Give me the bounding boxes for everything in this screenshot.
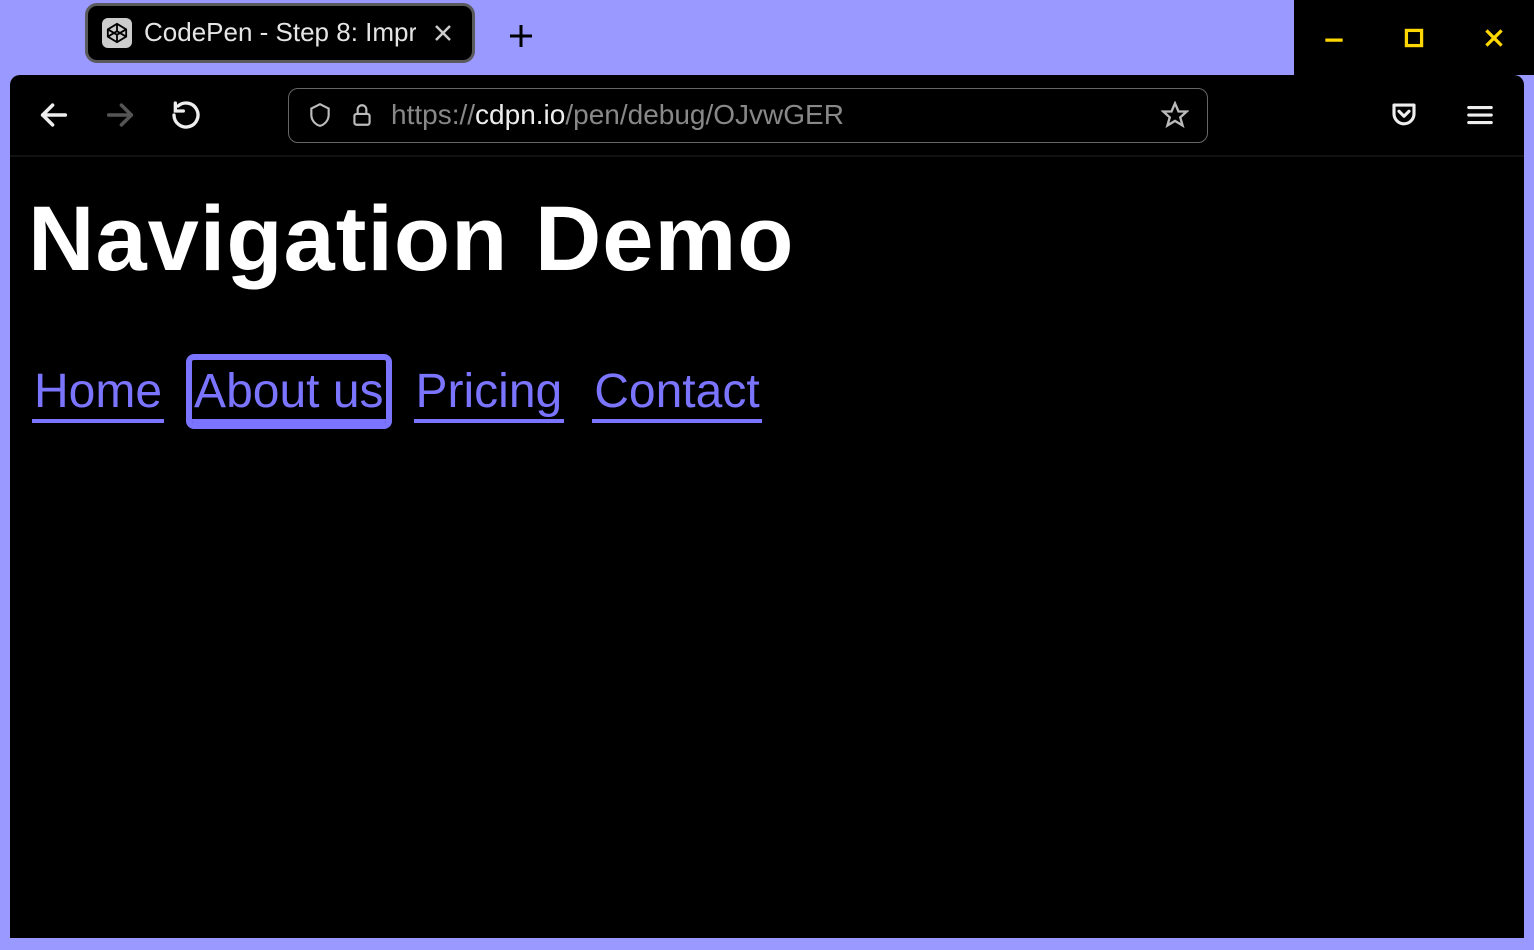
forward-button[interactable] (96, 91, 144, 139)
titlebar: CodePen - Step 8: Improve focu (0, 0, 1534, 75)
lock-icon (349, 102, 375, 128)
toolbar-right (1380, 91, 1504, 139)
nav-link-home[interactable]: Home (32, 360, 164, 423)
back-button[interactable] (30, 91, 78, 139)
maximize-button[interactable] (1384, 8, 1444, 68)
tab-strip: CodePen - Step 8: Improve focu (0, 0, 545, 65)
pocket-icon[interactable] (1380, 91, 1428, 139)
nav-link-about[interactable]: About us (192, 360, 385, 423)
window-controls (1294, 0, 1534, 75)
page-title: Navigation Demo (28, 187, 1506, 292)
bookmark-star-icon[interactable] (1161, 101, 1189, 129)
tab-title: CodePen - Step 8: Improve focu (144, 17, 416, 48)
menu-button[interactable] (1456, 91, 1504, 139)
address-bar[interactable]: https://cdpn.io/pen/debug/OJvwGER (288, 88, 1208, 143)
nav-link-contact[interactable]: Contact (592, 360, 761, 423)
url-prefix: https:// (391, 99, 475, 130)
shield-icon (307, 102, 333, 128)
new-tab-button[interactable] (497, 12, 545, 60)
reload-button[interactable] (162, 91, 210, 139)
nav-link-pricing[interactable]: Pricing (414, 360, 565, 423)
page-content: Navigation Demo Home About us Pricing Co… (10, 155, 1524, 938)
close-window-button[interactable] (1464, 8, 1524, 68)
browser-window: CodePen - Step 8: Improve focu (0, 0, 1534, 950)
url-domain: cdpn.io (475, 99, 565, 130)
url-display: https://cdpn.io/pen/debug/OJvwGER (391, 99, 844, 131)
browser-tab[interactable]: CodePen - Step 8: Improve focu (85, 3, 475, 63)
close-tab-button[interactable] (428, 18, 458, 48)
url-path: /pen/debug/OJvwGER (565, 99, 844, 130)
main-nav: Home About us Pricing Contact (28, 360, 1506, 423)
minimize-button[interactable] (1304, 8, 1364, 68)
codepen-icon (102, 18, 132, 48)
toolbar: https://cdpn.io/pen/debug/OJvwGER (10, 75, 1524, 155)
